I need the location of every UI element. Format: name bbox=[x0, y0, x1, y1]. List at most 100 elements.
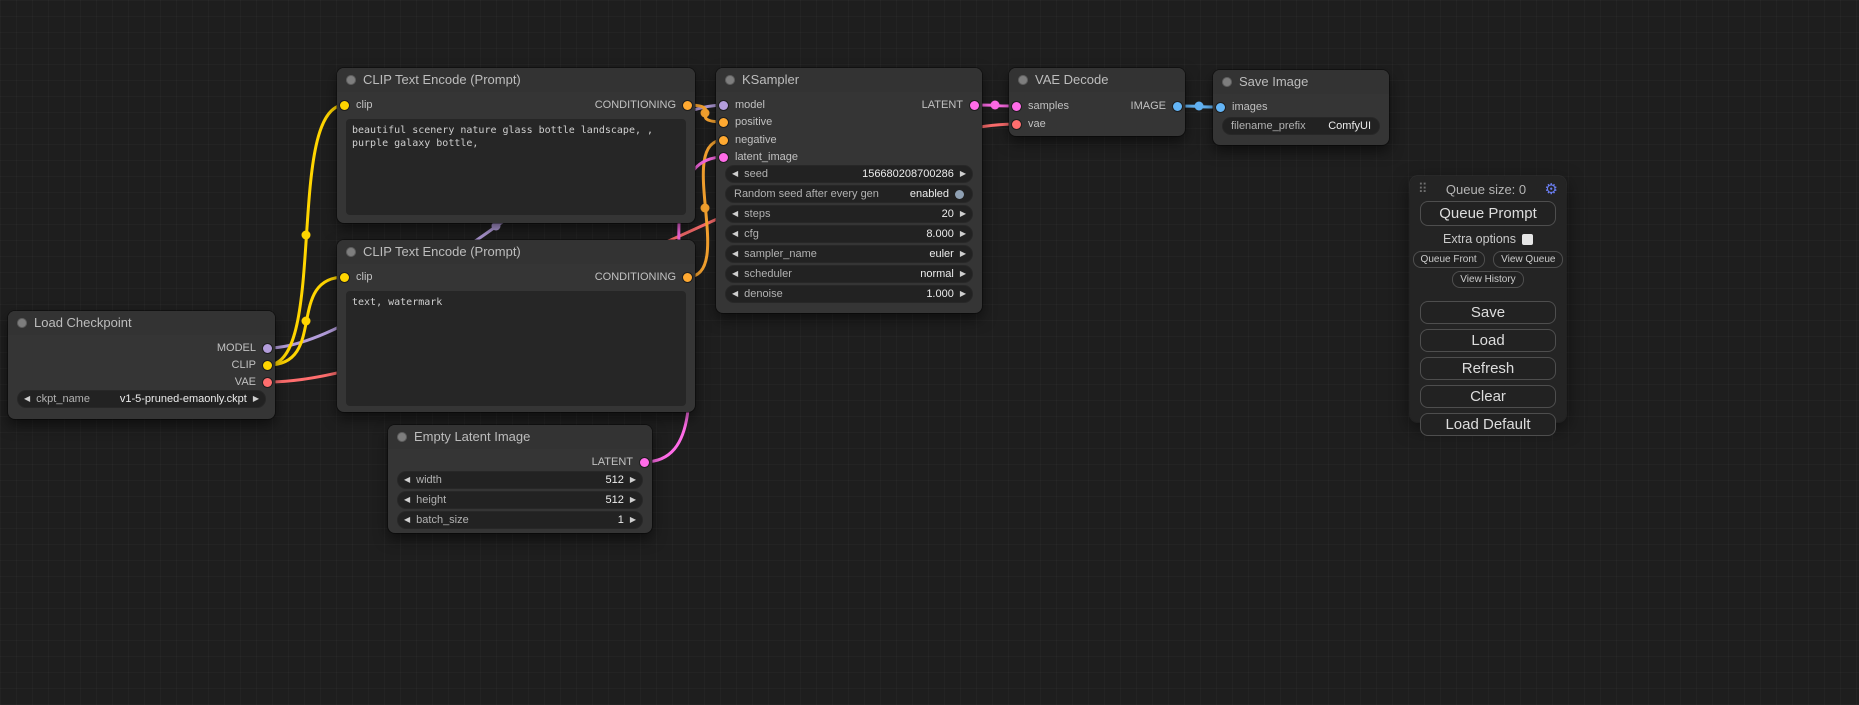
collapse-dot-icon[interactable] bbox=[17, 318, 27, 328]
batch-size-widget[interactable]: ◀ batch_size 1 ▶ bbox=[398, 512, 642, 528]
port-image-output[interactable]: IMAGE bbox=[1124, 99, 1182, 113]
port-clip-input[interactable]: clip bbox=[340, 98, 380, 112]
port-clip-output[interactable]: CLIP bbox=[225, 358, 272, 372]
decrement-arrow-icon[interactable]: ◀ bbox=[726, 266, 744, 282]
port-clip-input[interactable]: clip bbox=[340, 270, 380, 284]
decrement-arrow-icon[interactable]: ◀ bbox=[726, 166, 744, 182]
node-title-bar[interactable]: CLIP Text Encode (Prompt) bbox=[337, 240, 695, 264]
port-model-output[interactable]: MODEL bbox=[210, 341, 272, 355]
node-vae-decode[interactable]: VAE Decode samples vae IMAGE bbox=[1009, 68, 1185, 136]
decrement-arrow-icon[interactable]: ◀ bbox=[726, 246, 744, 262]
conditioning-port-dot[interactable] bbox=[719, 118, 728, 127]
clear-button[interactable]: Clear bbox=[1420, 385, 1556, 408]
denoise-widget[interactable]: ◀ denoise 1.000 ▶ bbox=[726, 286, 972, 302]
collapse-dot-icon[interactable] bbox=[346, 75, 356, 85]
cfg-widget[interactable]: ◀ cfg 8.000 ▶ bbox=[726, 226, 972, 242]
extra-options-checkbox[interactable] bbox=[1522, 234, 1533, 245]
increment-arrow-icon[interactable]: ▶ bbox=[954, 286, 972, 302]
port-latent-output[interactable]: LATENT bbox=[915, 98, 979, 112]
node-graph-canvas[interactable]: Load Checkpoint MODEL CLIP VAE ◀ ckpt_na… bbox=[0, 0, 1859, 705]
latent-port-dot[interactable] bbox=[1012, 102, 1021, 111]
conditioning-port-dot[interactable] bbox=[683, 273, 692, 282]
ckpt-name-widget[interactable]: ◀ ckpt_name v1-5-pruned-emaonly.ckpt ▶ bbox=[18, 391, 265, 407]
port-vae-output[interactable]: VAE bbox=[228, 375, 272, 389]
increment-arrow-icon[interactable]: ▶ bbox=[954, 166, 972, 182]
filename-prefix-widget[interactable]: filename_prefix ComfyUI bbox=[1223, 118, 1379, 134]
increment-arrow-icon[interactable]: ▶ bbox=[624, 492, 642, 508]
decrement-arrow-icon[interactable]: ◀ bbox=[398, 492, 416, 508]
port-negative-input[interactable]: negative bbox=[719, 133, 784, 147]
increment-arrow-icon[interactable]: ▶ bbox=[954, 226, 972, 242]
vae-port-dot[interactable] bbox=[1012, 120, 1021, 129]
collapse-dot-icon[interactable] bbox=[1018, 75, 1028, 85]
image-port-dot[interactable] bbox=[1216, 103, 1225, 112]
node-title-bar[interactable]: Empty Latent Image bbox=[388, 425, 652, 449]
latent-port-dot[interactable] bbox=[719, 153, 728, 162]
clip-port-dot[interactable] bbox=[340, 101, 349, 110]
port-conditioning-output[interactable]: CONDITIONING bbox=[588, 98, 692, 112]
decrement-arrow-icon[interactable]: ◀ bbox=[18, 391, 36, 407]
vae-port-dot[interactable] bbox=[263, 378, 272, 387]
height-widget[interactable]: ◀ height 512 ▶ bbox=[398, 492, 642, 508]
load-default-button[interactable]: Load Default bbox=[1420, 413, 1556, 436]
node-title-bar[interactable]: KSampler bbox=[716, 68, 982, 92]
increment-arrow-icon[interactable]: ▶ bbox=[954, 266, 972, 282]
decrement-arrow-icon[interactable]: ◀ bbox=[398, 472, 416, 488]
port-model-input[interactable]: model bbox=[719, 98, 772, 112]
node-clip-text-encode-negative[interactable]: CLIP Text Encode (Prompt) clip CONDITION… bbox=[337, 240, 695, 412]
port-samples-input[interactable]: samples bbox=[1012, 99, 1076, 113]
port-positive-input[interactable]: positive bbox=[719, 115, 779, 129]
port-vae-input[interactable]: vae bbox=[1012, 117, 1053, 131]
toggle-circle-icon[interactable] bbox=[955, 190, 964, 199]
latent-port-dot[interactable] bbox=[970, 101, 979, 110]
seed-widget[interactable]: ◀ seed 156680208700286 ▶ bbox=[726, 166, 972, 182]
node-save-image[interactable]: Save Image images filename_prefix ComfyU… bbox=[1213, 70, 1389, 145]
node-title-bar[interactable]: CLIP Text Encode (Prompt) bbox=[337, 68, 695, 92]
load-button[interactable]: Load bbox=[1420, 329, 1556, 352]
model-port-dot[interactable] bbox=[719, 101, 728, 110]
port-latent-output[interactable]: LATENT bbox=[585, 455, 649, 469]
image-port-dot[interactable] bbox=[1173, 102, 1182, 111]
save-button[interactable]: Save bbox=[1420, 301, 1556, 324]
conditioning-port-dot[interactable] bbox=[719, 136, 728, 145]
increment-arrow-icon[interactable]: ▶ bbox=[954, 246, 972, 262]
negative-prompt-textarea[interactable]: text, watermark bbox=[346, 291, 686, 406]
clip-port-dot[interactable] bbox=[263, 361, 272, 370]
view-history-button[interactable]: View History bbox=[1452, 271, 1523, 288]
refresh-button[interactable]: Refresh bbox=[1420, 357, 1556, 380]
steps-widget[interactable]: ◀ steps 20 ▶ bbox=[726, 206, 972, 222]
width-widget[interactable]: ◀ width 512 ▶ bbox=[398, 472, 642, 488]
node-title-bar[interactable]: Save Image bbox=[1213, 70, 1389, 94]
increment-arrow-icon[interactable]: ▶ bbox=[624, 472, 642, 488]
view-queue-button[interactable]: View Queue bbox=[1493, 251, 1563, 268]
decrement-arrow-icon[interactable]: ◀ bbox=[726, 226, 744, 242]
conditioning-port-dot[interactable] bbox=[683, 101, 692, 110]
node-load-checkpoint[interactable]: Load Checkpoint MODEL CLIP VAE ◀ ckpt_na… bbox=[8, 311, 275, 419]
increment-arrow-icon[interactable]: ▶ bbox=[954, 206, 972, 222]
increment-arrow-icon[interactable]: ▶ bbox=[247, 391, 265, 407]
decrement-arrow-icon[interactable]: ◀ bbox=[398, 512, 416, 528]
collapse-dot-icon[interactable] bbox=[1222, 77, 1232, 87]
port-conditioning-output[interactable]: CONDITIONING bbox=[588, 270, 692, 284]
drag-handle-icon[interactable]: ⠿ bbox=[1418, 181, 1428, 197]
queue-prompt-button[interactable]: Queue Prompt bbox=[1420, 201, 1556, 226]
port-images-input[interactable]: images bbox=[1216, 100, 1274, 114]
positive-prompt-textarea[interactable]: beautiful scenery nature glass bottle la… bbox=[346, 119, 686, 215]
sampler-name-widget[interactable]: ◀ sampler_name euler ▶ bbox=[726, 246, 972, 262]
node-title-bar[interactable]: VAE Decode bbox=[1009, 68, 1185, 92]
collapse-dot-icon[interactable] bbox=[397, 432, 407, 442]
collapse-dot-icon[interactable] bbox=[725, 75, 735, 85]
node-title-bar[interactable]: Load Checkpoint bbox=[8, 311, 275, 335]
collapse-dot-icon[interactable] bbox=[346, 247, 356, 257]
port-latent-image-input[interactable]: latent_image bbox=[719, 150, 805, 164]
scheduler-widget[interactable]: ◀ scheduler normal ▶ bbox=[726, 266, 972, 282]
increment-arrow-icon[interactable]: ▶ bbox=[624, 512, 642, 528]
queue-front-button[interactable]: Queue Front bbox=[1413, 251, 1485, 268]
random-seed-toggle-widget[interactable]: Random seed after every gen enabled bbox=[726, 186, 972, 202]
decrement-arrow-icon[interactable]: ◀ bbox=[726, 206, 744, 222]
decrement-arrow-icon[interactable]: ◀ bbox=[726, 286, 744, 302]
latent-port-dot[interactable] bbox=[640, 458, 649, 467]
model-port-dot[interactable] bbox=[263, 344, 272, 353]
node-ksampler[interactable]: KSampler model positive negative latent_… bbox=[716, 68, 982, 313]
clip-port-dot[interactable] bbox=[340, 273, 349, 282]
